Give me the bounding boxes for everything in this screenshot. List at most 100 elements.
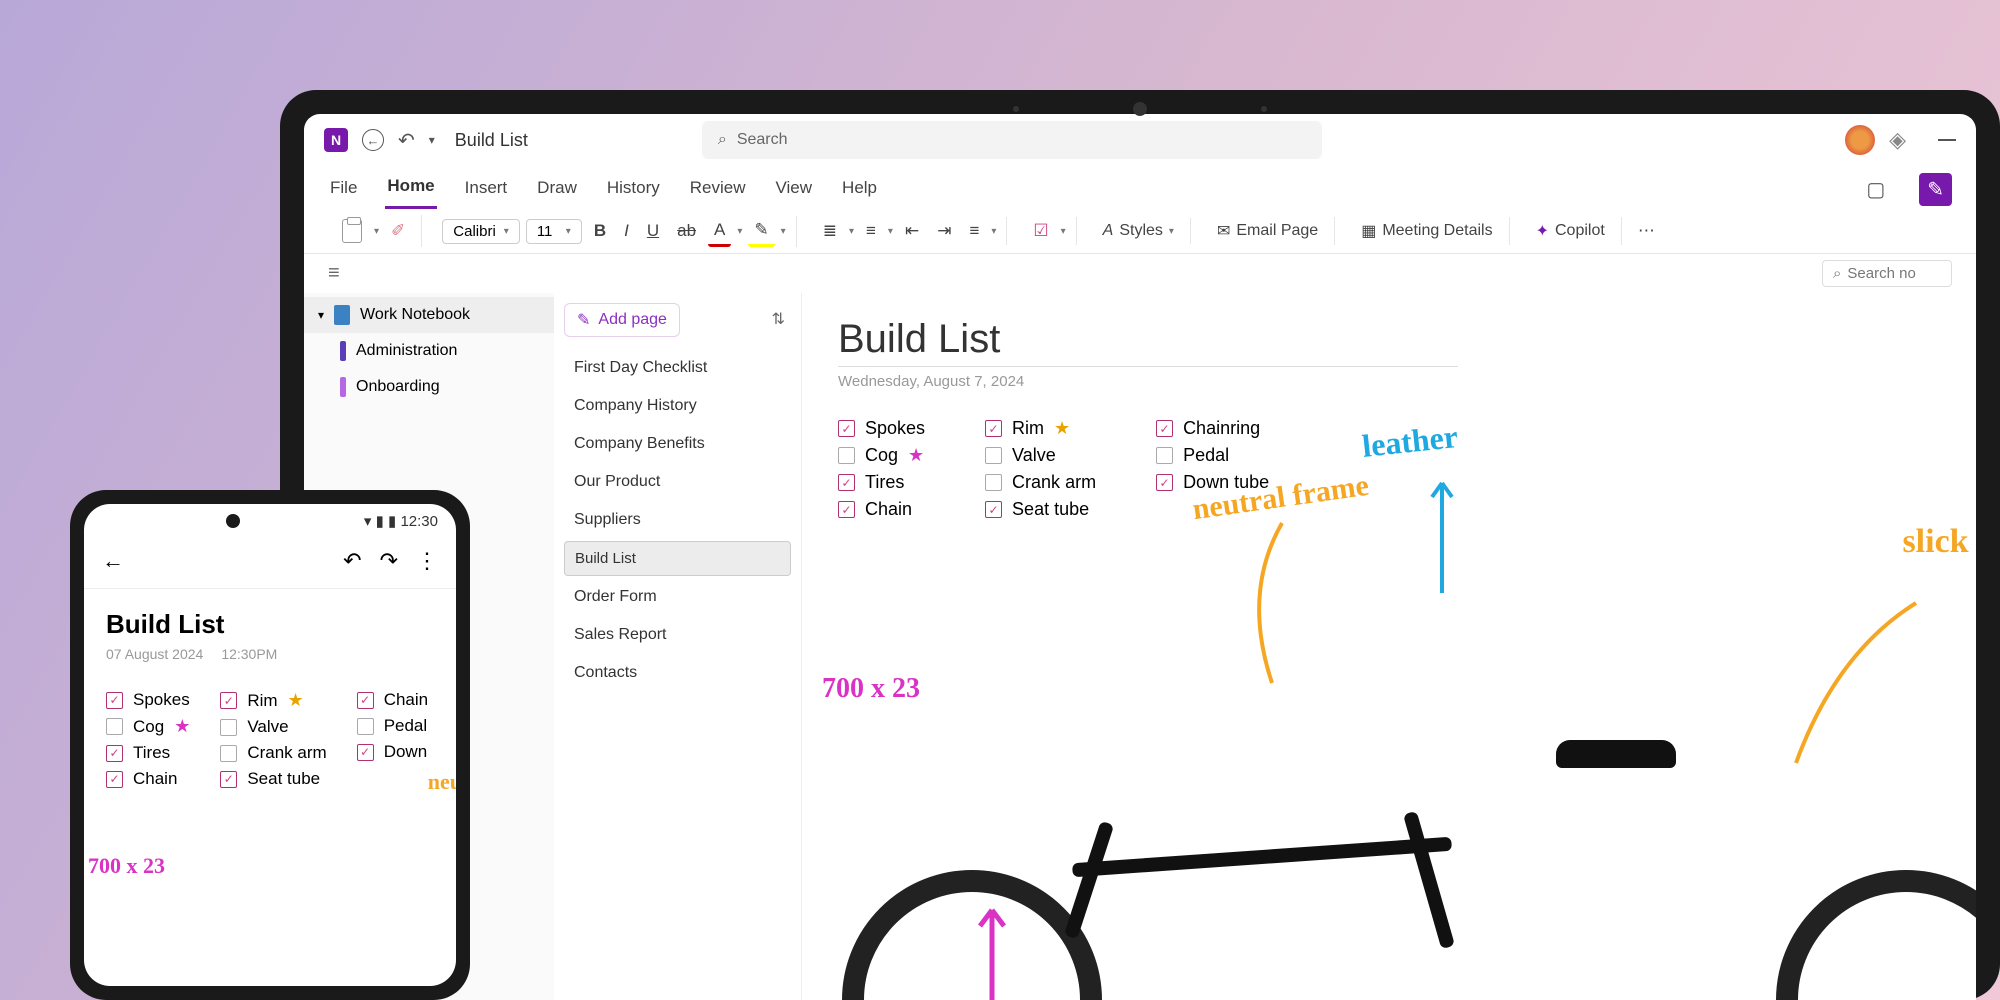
checkbox-icon[interactable]: ✓ [106,745,123,762]
page-item[interactable]: Sales Report [564,618,791,652]
checkbox-icon[interactable]: ✓ [220,771,237,788]
checkbox-icon[interactable] [357,718,374,735]
checkbox-icon[interactable] [985,474,1002,491]
checkbox-icon[interactable]: ✓ [1156,420,1173,437]
notebook-item[interactable]: ▾ Work Notebook [304,297,554,333]
page-item[interactable]: Company Benefits [564,427,791,461]
checkbox-icon[interactable] [1156,447,1173,464]
align-button[interactable]: ≡ [963,217,985,245]
checkbox-icon[interactable]: ✓ [357,692,374,709]
italic-button[interactable]: I [618,217,635,245]
checkbox-icon[interactable]: ✓ [220,692,237,709]
font-name-select[interactable]: Calibri▾ [442,219,520,244]
phone-more-button[interactable]: ⋮ [416,548,438,574]
checklist-item[interactable]: ✓Chain [357,690,428,710]
checklist-item[interactable]: ✓Chainring [1156,418,1269,439]
sort-pages-button[interactable]: ⇅ [766,303,791,335]
checklist-item[interactable]: Valve [985,445,1096,466]
page-item[interactable]: Company History [564,389,791,423]
back-button[interactable]: ← [362,129,384,151]
phone-undo-button[interactable]: ↶ [343,548,361,574]
checkbox-icon[interactable]: ✓ [838,474,855,491]
phone-checklist[interactable]: ✓Spokes Cog★ ✓Tires ✓Chain ✓Rim★ Valve Crank a… [106,690,434,789]
page-item[interactable]: Build List [564,541,791,576]
page-item[interactable]: Suppliers [564,503,791,537]
navigation-toggle-button[interactable]: ≡ [328,262,340,285]
todo-tag-button[interactable]: ☑ [1027,217,1054,245]
tab-draw[interactable]: Draw [535,172,579,208]
sticky-note-icon[interactable]: ▢ [1858,173,1893,206]
checkbox-icon[interactable]: ✓ [1156,474,1173,491]
undo-button[interactable]: ↶ [398,128,415,153]
tab-help[interactable]: Help [840,172,879,208]
copilot-button[interactable]: ✦Copilot [1530,217,1611,245]
format-painter-button[interactable]: ✐ [385,217,411,245]
font-size-select[interactable]: 11▾ [526,219,582,244]
checklist-item[interactable]: Valve [220,717,326,737]
tab-home[interactable]: Home [385,170,436,209]
page-item[interactable]: Our Product [564,465,791,499]
numbering-button[interactable]: ≡ [860,217,882,245]
search-box[interactable]: ⌕ Search [702,121,1322,159]
checkbox-icon[interactable]: ✓ [106,771,123,788]
tab-insert[interactable]: Insert [463,172,510,208]
checkbox-icon[interactable]: ✓ [985,420,1002,437]
checkbox-icon[interactable]: ✓ [838,501,855,518]
phone-back-button[interactable]: ← [102,548,124,574]
section-item[interactable]: Onboarding [304,369,554,405]
page-canvas[interactable]: Build List Wednesday, August 7, 2024 ✓Sp… [802,293,1976,1000]
checklist-item[interactable]: Cog★ [106,716,190,737]
phone-page[interactable]: Build List 07 August 2024 12:30PM ✓Spoke… [84,589,456,809]
checkbox-icon[interactable] [985,447,1002,464]
phone-page-title[interactable]: Build List [106,609,434,640]
tab-view[interactable]: View [774,172,815,208]
email-page-button[interactable]: ✉Email Page [1211,217,1324,245]
font-color-button[interactable]: A [708,216,731,247]
phone-redo-button[interactable]: ↷ [380,548,398,574]
styles-button[interactable]: AStyles▾ [1097,218,1180,244]
user-avatar[interactable] [1845,125,1875,155]
checklist-item[interactable]: ✓Tires [838,472,925,493]
checklist-item[interactable]: ✓Chain [838,499,925,520]
checklist-item[interactable]: Crank arm [220,743,326,763]
checklist-item[interactable]: ✓Tires [106,743,190,763]
highlight-button[interactable]: ✎ [748,216,774,247]
checklist-item[interactable]: ✓Rim★ [985,418,1096,439]
qat-more-icon[interactable]: ▾ [429,133,435,147]
checklist-item[interactable]: ✓Seat tube [220,769,326,789]
checkbox-icon[interactable]: ✓ [106,692,123,709]
checklist-item[interactable]: ✓Chain [106,769,190,789]
checklist-item[interactable]: Pedal [357,716,428,736]
checklist-item[interactable]: ✓Spokes [838,418,925,439]
minimize-button[interactable] [1938,139,1956,141]
checklist-item[interactable]: Pedal [1156,445,1269,466]
add-page-button[interactable]: ✎ Add page [564,303,680,337]
page-item[interactable]: First Day Checklist [564,351,791,385]
checkbox-icon[interactable]: ✓ [357,744,374,761]
meeting-details-button[interactable]: ▦Meeting Details [1355,217,1498,245]
premium-icon[interactable]: ◈ [1889,127,1906,153]
paste-button[interactable] [336,215,368,247]
checkbox-icon[interactable] [220,745,237,762]
checklist-item[interactable]: ✓Spokes [106,690,190,710]
checkbox-icon[interactable] [106,718,123,735]
share-button[interactable]: ✎ [1919,173,1952,206]
bold-button[interactable]: B [588,217,612,245]
paste-menu-caret[interactable]: ▾ [374,226,379,237]
bullets-button[interactable]: ≣ [817,217,843,245]
checkbox-icon[interactable]: ✓ [838,420,855,437]
checklist-item[interactable]: ✓Rim★ [220,690,326,711]
outdent-button[interactable]: ⇤ [899,217,925,245]
underline-button[interactable]: U [641,217,665,245]
checkbox-icon[interactable]: ✓ [985,501,1002,518]
checklist-item[interactable]: Crank arm [985,472,1096,493]
checkbox-icon[interactable] [838,447,855,464]
checklist-item[interactable]: ✓Down [357,742,428,762]
search-notes-input[interactable]: ⌕ Search no [1822,260,1952,287]
tab-review[interactable]: Review [688,172,748,208]
page-item[interactable]: Contacts [564,656,791,690]
ribbon-overflow-button[interactable]: ⋯ [1632,217,1661,245]
indent-button[interactable]: ⇥ [931,217,957,245]
checkbox-icon[interactable] [220,719,237,736]
checklist-item[interactable]: Cog★ [838,445,925,466]
